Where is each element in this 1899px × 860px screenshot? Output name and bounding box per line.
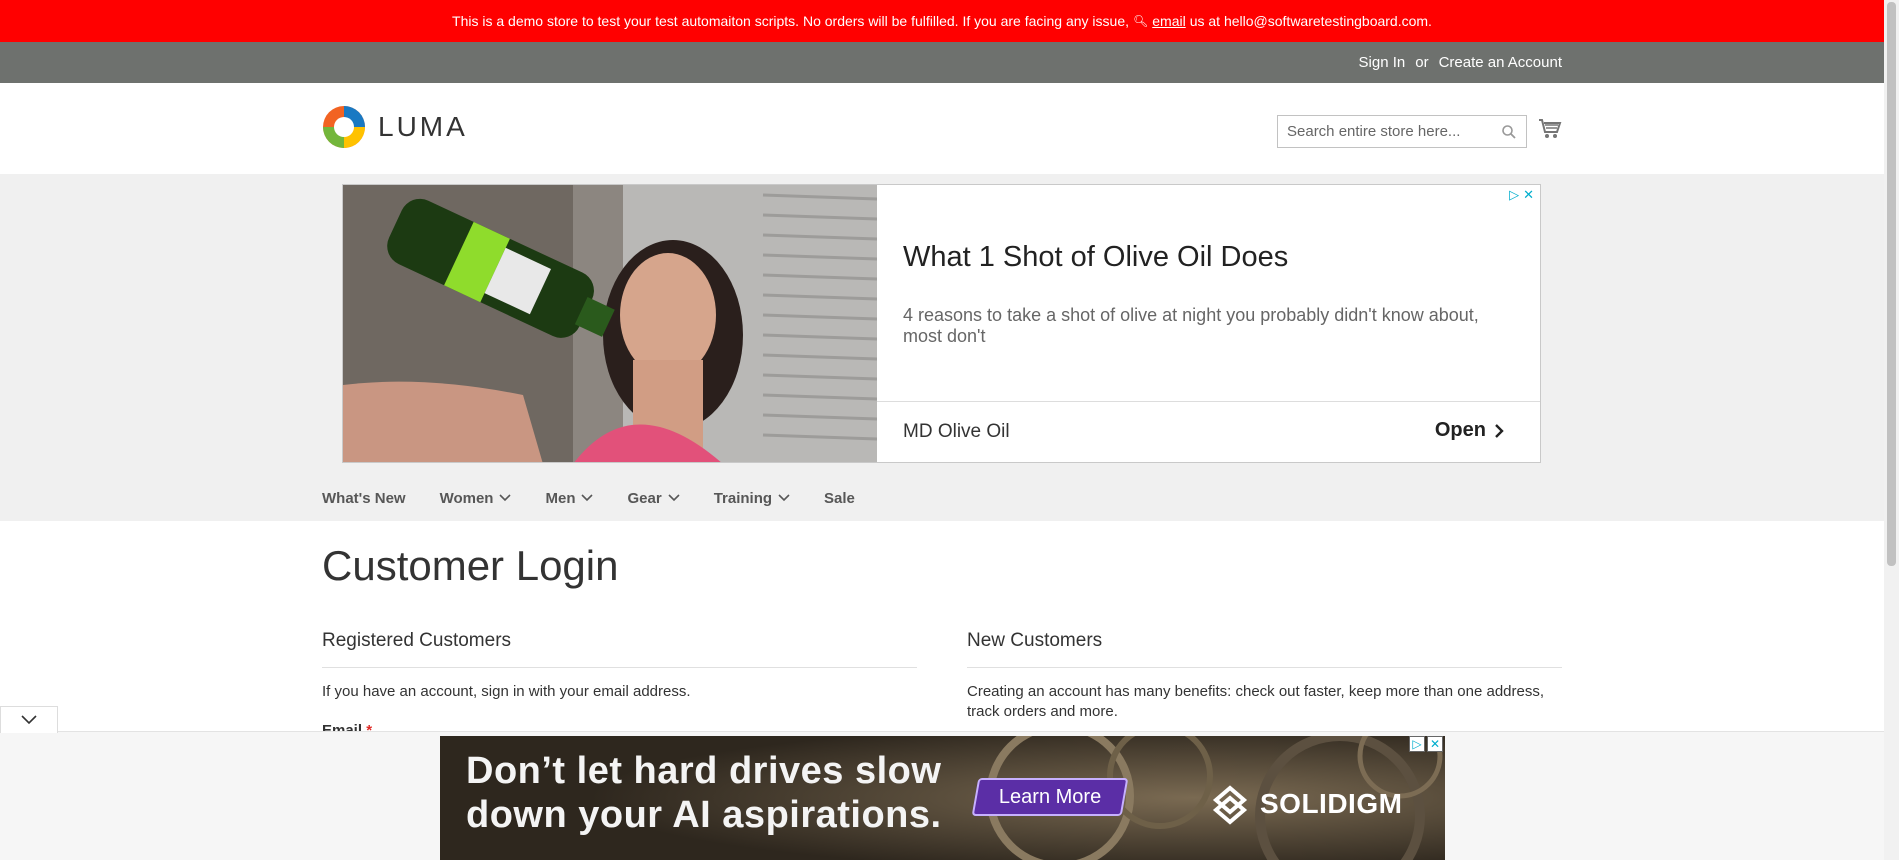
sign-in-link[interactable]: Sign In: [1359, 54, 1406, 71]
demo-notice-bar: This is a demo store to test your test a…: [0, 0, 1884, 42]
ad-headline[interactable]: What 1 Shot of Olive Oil Does: [903, 241, 1288, 274]
ad-banner-bottom[interactable]: Don’t let hard drives slow down your AI …: [440, 736, 1445, 860]
chevron-down-icon: [581, 494, 594, 502]
solidigm-brand-text: SOLIDIGM: [1260, 788, 1403, 819]
ad-description: 4 reasons to take a shot of olive at nig…: [903, 305, 1479, 346]
search-placeholder: Search entire store here...: [1287, 123, 1461, 140]
page-title: Customer Login: [322, 542, 619, 589]
nav-item-label: Gear: [627, 489, 662, 507]
ad-content: ▷ ✕ What 1 Shot of Olive Oil Does 4 reas…: [877, 185, 1540, 462]
learn-more-button[interactable]: Learn More: [971, 778, 1129, 816]
ad-close-icon[interactable]: ✕: [1523, 187, 1534, 203]
nav-item-label: Women: [439, 489, 494, 507]
ad-open-button[interactable]: Open: [1435, 419, 1504, 442]
demo-email-link[interactable]: email: [1152, 13, 1185, 29]
ad-bottom-line1: Don’t let hard drives slow: [466, 750, 942, 792]
chevron-down-icon: [668, 494, 680, 502]
ad-divider: [877, 401, 1540, 402]
learn-more-label: Learn More: [998, 785, 1102, 808]
luma-logo[interactable]: LUMA: [322, 105, 468, 149]
ad-photo-illustration: [343, 185, 877, 462]
chevron-right-icon: [1495, 423, 1504, 438]
new-customers-divider: [967, 667, 1562, 668]
new-customers-title: New Customers: [967, 630, 1103, 651]
top-links-bar: Sign In or Create an Account: [0, 42, 1884, 83]
ad-close-icon[interactable]: ✕: [1427, 736, 1443, 752]
nav-item-label: What's New: [322, 489, 406, 507]
nav-item-women[interactable]: Women: [440, 490, 512, 507]
ad-bottom-choices[interactable]: ▷ ✕: [1409, 736, 1443, 752]
demo-notice-text: This is a demo store to test your test a…: [452, 13, 1130, 29]
site-header: LUMA Search entire store here...: [0, 83, 1884, 174]
chevron-down-icon: [778, 494, 790, 502]
ad-choices[interactable]: ▷ ✕: [1509, 187, 1534, 203]
nav-item-sale[interactable]: Sale: [824, 490, 855, 507]
solidigm-logo-icon: [1212, 785, 1248, 825]
ad-advertiser: MD Olive Oil: [903, 421, 1010, 442]
new-customers-text: Creating an account has many benefits: c…: [967, 683, 1545, 720]
nav-item-label: Training: [713, 489, 773, 507]
registered-text: If you have an account, sign in with you…: [322, 683, 691, 700]
create-account-link[interactable]: Create an Account: [1439, 54, 1562, 71]
solidigm-logo: SOLIDIGM: [1208, 782, 1402, 826]
or-separator: or: [1415, 54, 1429, 71]
ad-choices-icon[interactable]: ▷: [1409, 736, 1425, 752]
ad-bottom-line2: down your AI aspirations.: [466, 794, 942, 836]
page-scrollbar[interactable]: [1884, 0, 1899, 860]
nav-item-label: Men: [545, 489, 576, 507]
luma-logo-icon: [323, 106, 365, 148]
registered-customers-title: Registered Customers: [322, 630, 512, 651]
collapse-ad-button[interactable]: [0, 706, 58, 733]
scrollbar-thumb[interactable]: [1887, 2, 1896, 566]
nav-item-label: Sale: [824, 489, 855, 507]
nav-item-gear[interactable]: Gear: [627, 489, 680, 507]
chevron-down-icon: [499, 494, 512, 502]
nav-item-training[interactable]: Training: [714, 490, 790, 507]
ad-banner-top[interactable]: ▷ ✕ What 1 Shot of Olive Oil Does 4 reas…: [342, 184, 1541, 463]
demo-notice-text-after: us at hello@softwaretestingboard.com.: [1189, 13, 1432, 29]
ad-photo: [343, 185, 877, 462]
chevron-down-icon: [21, 715, 37, 725]
search-icon[interactable]: [1501, 124, 1517, 140]
ad-open-label: Open: [1434, 419, 1486, 441]
nav-item-whats-new[interactable]: What's New: [322, 490, 406, 507]
main-nav: What's New Women Men Gear Training Sale: [322, 480, 889, 516]
registered-divider: [322, 667, 917, 668]
cart-icon[interactable]: [1538, 117, 1562, 141]
search-input[interactable]: Search entire store here...: [1277, 115, 1527, 148]
logo-text: LUMA: [378, 111, 468, 142]
ad-choices-icon[interactable]: ▷: [1509, 187, 1519, 203]
nav-item-men[interactable]: Men: [545, 489, 594, 507]
magnifier-icon: 🔍︎: [1133, 14, 1149, 28]
